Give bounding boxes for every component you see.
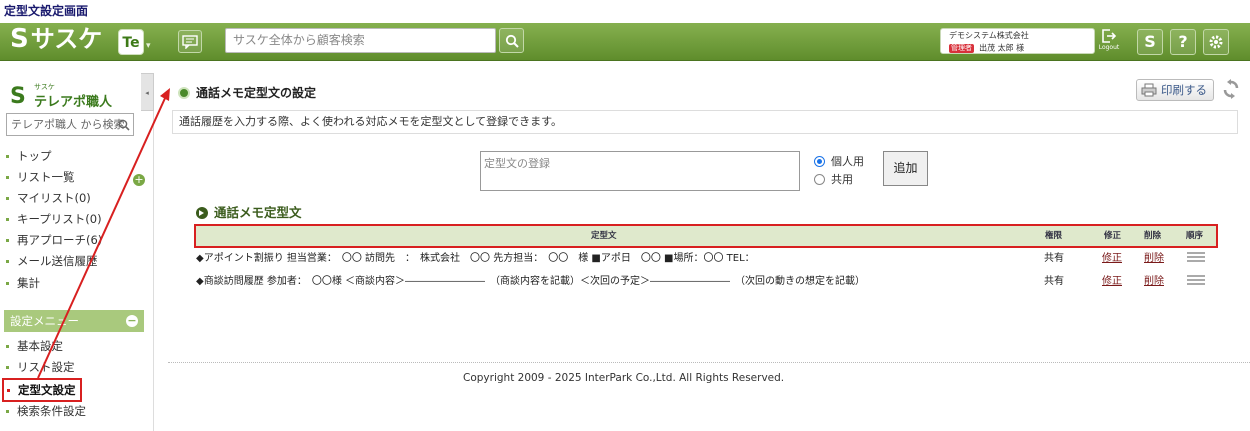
edit-link[interactable]: 修正 <box>1102 250 1122 268</box>
col-order: 順序 <box>1186 231 1204 241</box>
description-text: 通話履歴を入力する際、よく使われる対応メモを定型文として登録できます。 <box>172 110 1238 134</box>
logout-icon <box>1102 29 1117 43</box>
sidebar-item-top[interactable]: トップ <box>6 148 52 164</box>
role-badge: 管理者 <box>949 44 974 53</box>
sidebar: S サスケ テレアポ職人 ◂ テレアポ職人 から検索 トップ リスト一覧 + マ… <box>0 73 154 431</box>
sidebar-item-mail-history[interactable]: メール送信履歴 <box>6 253 98 269</box>
table-header: 定型文 権限 修正 削除 順序 <box>194 224 1218 248</box>
arrow-circle-icon <box>196 206 208 219</box>
user-info[interactable]: デモシステム株式会社 管理者 出茂 太郎 様 <box>940 28 1095 54</box>
global-search-input[interactable]: サスケ全体から顧客検索 <box>225 28 496 53</box>
row-text: ◆商談訪問履歴 参加者： 〇〇様 ＜商談内容＞―――――――― （商談内容を記載… <box>196 276 866 287</box>
sidebar-item-keeplist[interactable]: キープリスト(0) <box>6 211 102 227</box>
refresh-icon[interactable] <box>1222 79 1240 103</box>
print-button[interactable]: 印刷する <box>1136 79 1214 101</box>
sidebar-item-template-settings[interactable]: 定型文設定 <box>2 378 82 402</box>
saaske-logo[interactable]: Sサスケ SAASKE <box>10 26 102 69</box>
help-icon[interactable]: ? <box>1170 29 1196 55</box>
template-list-heading: 通話メモ定型文 <box>196 202 302 221</box>
template-textarea[interactable]: 定型文の登録 <box>480 151 800 191</box>
add-button[interactable]: 追加 <box>883 151 928 186</box>
sidebar-item-basic-settings[interactable]: 基本設定 <box>6 338 63 354</box>
delete-link[interactable]: 削除 <box>1144 250 1164 268</box>
top-bar: Sサスケ SAASKE Te ▾ サスケ全体から顧客検索 デモシステム株式会社 管… <box>0 23 1250 69</box>
copyright-text: Copyright 2009 - 2025 InterPark Co.,Ltd.… <box>463 372 785 384</box>
sidebar-item-mylist[interactable]: マイリスト(0) <box>6 190 91 206</box>
sidebar-item-list-settings[interactable]: リスト設定 <box>6 359 75 375</box>
col-edit: 修正 <box>1104 231 1122 241</box>
settings-menu-header[interactable]: 設定メニュー − <box>4 310 144 332</box>
radio-shared[interactable]: 共用 <box>814 171 853 187</box>
logout-button[interactable]: Logout <box>1097 27 1121 57</box>
table-row: ◆商談訪問履歴 参加者： 〇〇様 ＜商談内容＞―――――――― （商談内容を記載… <box>196 273 1216 291</box>
message-icon[interactable] <box>178 30 202 53</box>
bullet-icon <box>178 86 190 99</box>
delete-link[interactable]: 削除 <box>1144 273 1164 291</box>
section-heading: 通話メモ定型文の設定 <box>178 84 316 101</box>
sidebar-item-stats[interactable]: 集計 <box>6 275 40 291</box>
table-row: ◆アポイント割振り 担当営業： 〇〇 訪問先 ： 株式会社 〇〇 先方担当： 〇… <box>196 250 1216 268</box>
row-text: ◆アポイント割振り 担当営業： 〇〇 訪問先 ： 株式会社 〇〇 先方担当： 〇… <box>196 253 755 264</box>
row-permission: 共有 <box>1044 276 1064 287</box>
plus-icon[interactable]: + <box>133 174 145 186</box>
te-app-button[interactable]: Te <box>118 29 144 55</box>
search-icon[interactable] <box>118 119 130 131</box>
sidebar-collapse-button[interactable]: ◂ <box>141 73 154 111</box>
col-text: 定型文 <box>591 231 617 241</box>
minus-icon[interactable]: − <box>126 315 138 327</box>
search-icon[interactable] <box>499 28 524 53</box>
edit-link[interactable]: 修正 <box>1102 273 1122 291</box>
page-title: 定型文設定画面 <box>4 4 89 18</box>
col-permission: 権限 <box>1045 231 1063 241</box>
sidebar-search-input[interactable]: テレアポ職人 から検索 <box>6 113 134 136</box>
user-name: 出茂 太郎 様 <box>979 43 1025 53</box>
drag-handle-icon[interactable] <box>1187 275 1205 289</box>
company-name: デモシステム株式会社 <box>949 31 1029 40</box>
sidebar-item-list[interactable]: リスト一覧 <box>6 169 75 185</box>
gear-icon[interactable] <box>1203 29 1229 55</box>
sidebar-item-search-settings[interactable]: 検索条件設定 <box>6 403 86 419</box>
radio-personal[interactable]: 個人用 <box>814 153 864 169</box>
row-permission: 共有 <box>1044 253 1064 264</box>
annotation-arrow <box>37 88 170 379</box>
printer-icon <box>1141 83 1157 97</box>
col-delete: 削除 <box>1144 231 1162 241</box>
chevron-down-icon[interactable]: ▾ <box>146 41 151 51</box>
saaske-s-button[interactable]: S <box>1137 29 1163 55</box>
sidebar-item-reapproach[interactable]: 再アプローチ(6) <box>6 232 102 248</box>
drag-handle-icon[interactable] <box>1187 252 1205 266</box>
footer-divider <box>168 362 1250 363</box>
